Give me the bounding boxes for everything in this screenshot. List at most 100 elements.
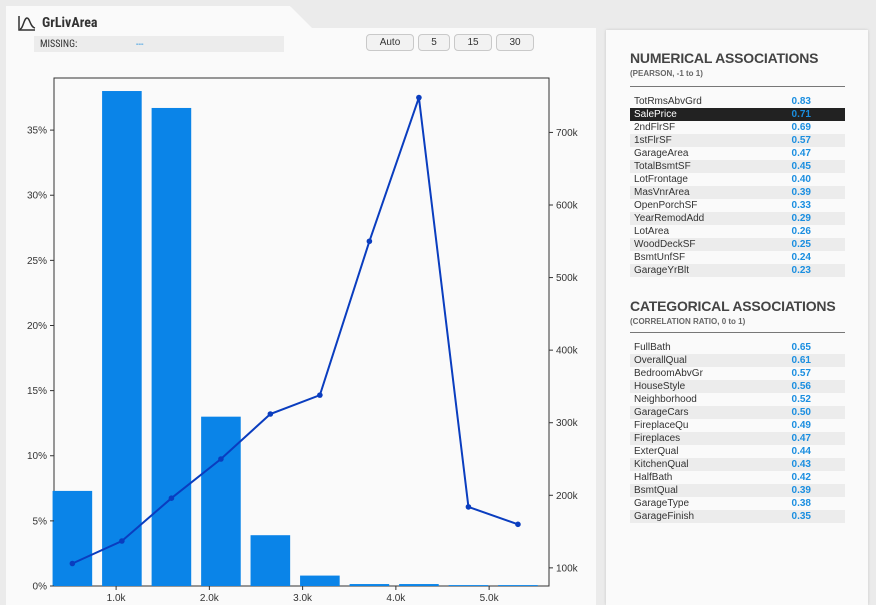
histogram-bar bbox=[399, 584, 439, 586]
categorical-association-row[interactable]: GarageCars 0.50 bbox=[630, 406, 845, 419]
numerical-association-row[interactable]: 1stFlrSF 0.57 bbox=[630, 134, 845, 147]
categorical-association-name: HouseStyle bbox=[634, 381, 686, 392]
y-right-tick-label: 500k bbox=[556, 273, 579, 284]
numerical-association-row[interactable]: BsmtUnfSF 0.24 bbox=[630, 251, 845, 264]
y-left-tick-label: 30% bbox=[27, 191, 47, 202]
categorical-association-name: OverallQual bbox=[634, 355, 687, 366]
categorical-association-value: 0.43 bbox=[791, 459, 811, 470]
numerical-association-row[interactable]: LotFrontage 0.40 bbox=[630, 173, 845, 186]
numerical-association-name: WoodDeckSF bbox=[634, 239, 696, 250]
histogram-bar bbox=[250, 535, 291, 586]
numerical-association-row[interactable]: GarageYrBlt 0.23 bbox=[630, 264, 845, 277]
numerical-association-row[interactable]: TotalBsmtSF 0.45 bbox=[630, 160, 845, 173]
categorical-association-value: 0.56 bbox=[791, 381, 811, 392]
histogram-bar bbox=[448, 585, 489, 586]
categorical-association-row[interactable]: KitchenQual 0.43 bbox=[630, 458, 845, 471]
categorical-association-row[interactable]: BedroomAbvGr 0.57 bbox=[630, 367, 845, 380]
x-tick-label: 4.0k bbox=[386, 593, 406, 604]
categorical-association-row[interactable]: GarageType 0.38 bbox=[630, 497, 845, 510]
y-left-tick-label: 25% bbox=[27, 256, 47, 267]
categorical-association-value: 0.44 bbox=[791, 446, 811, 457]
categorical-association-value: 0.39 bbox=[791, 485, 811, 496]
categorical-association-name: HalfBath bbox=[634, 472, 673, 483]
categorical-association-value: 0.38 bbox=[791, 498, 811, 509]
y-right-tick-label: 200k bbox=[556, 491, 579, 502]
categorical-association-name: KitchenQual bbox=[634, 459, 689, 470]
numerical-association-value: 0.23 bbox=[791, 265, 811, 276]
categorical-association-name: BsmtQual bbox=[634, 485, 678, 496]
categorical-association-row[interactable]: ExterQual 0.44 bbox=[630, 445, 845, 458]
numerical-association-value: 0.69 bbox=[791, 122, 811, 133]
numerical-association-row[interactable]: WoodDeckSF 0.25 bbox=[630, 238, 845, 251]
numerical-association-value: 0.25 bbox=[791, 239, 811, 250]
numerical-association-value: 0.26 bbox=[791, 226, 811, 237]
y-left-tick-label: 5% bbox=[33, 516, 48, 527]
categorical-association-name: Fireplaces bbox=[634, 433, 681, 444]
numerical-association-value: 0.57 bbox=[791, 135, 811, 146]
numerical-association-value: 0.39 bbox=[791, 187, 811, 198]
numerical-association-name: BsmtUnfSF bbox=[634, 252, 686, 263]
categorical-association-value: 0.52 bbox=[791, 394, 811, 405]
numerical-association-value: 0.24 bbox=[791, 252, 811, 263]
numerical-association-name: MasVnrArea bbox=[634, 187, 690, 198]
histogram-bar bbox=[300, 575, 340, 586]
histogram-bar bbox=[349, 584, 390, 586]
line-point bbox=[69, 560, 76, 567]
y-right-tick-label: 600k bbox=[556, 201, 579, 212]
line-point bbox=[218, 456, 224, 462]
categorical-association-value: 0.50 bbox=[791, 407, 811, 418]
line-point bbox=[119, 538, 125, 544]
numerical-association-row[interactable]: TotRmsAbvGrd 0.83 bbox=[630, 95, 845, 108]
numerical-association-row[interactable]: YearRemodAdd 0.29 bbox=[630, 212, 845, 225]
numerical-association-name: TotalBsmtSF bbox=[634, 161, 691, 172]
y-right-tick-label: 300k bbox=[556, 418, 579, 429]
line-point bbox=[515, 521, 521, 528]
categorical-association-row[interactable]: GarageFinish 0.35 bbox=[630, 510, 845, 523]
categorical-association-row[interactable]: Fireplaces 0.47 bbox=[630, 432, 845, 445]
categorical-association-row[interactable]: HalfBath 0.42 bbox=[630, 471, 845, 484]
numerical-association-row[interactable]: GarageArea 0.47 bbox=[630, 147, 845, 160]
histogram-bar bbox=[102, 91, 142, 587]
numerical-association-name: GarageArea bbox=[634, 148, 689, 159]
numerical-association-name: TotRmsAbvGrd bbox=[634, 96, 702, 107]
numerical-association-value: 0.83 bbox=[791, 96, 811, 107]
histogram-bar bbox=[52, 490, 93, 586]
x-tick-label: 3.0k bbox=[293, 593, 313, 604]
categorical-association-name: BedroomAbvGr bbox=[634, 368, 703, 379]
categorical-association-row[interactable]: BsmtQual 0.39 bbox=[630, 484, 845, 497]
numerical-list: TotRmsAbvGrd 0.83 SalePrice 0.71 2ndFlrSF 0.6… bbox=[630, 95, 845, 277]
categorical-association-row[interactable]: Neighborhood 0.52 bbox=[630, 393, 845, 406]
categorical-association-row[interactable]: FullBath 0.65 bbox=[630, 341, 845, 354]
y-left-tick-label: 20% bbox=[27, 321, 47, 332]
categorical-association-name: FireplaceQu bbox=[634, 420, 689, 431]
categorical-association-row[interactable]: HouseStyle 0.56 bbox=[630, 380, 845, 393]
y-right-tick-label: 400k bbox=[556, 346, 579, 357]
x-tick-label: 5.0k bbox=[480, 593, 500, 604]
histogram-bar bbox=[498, 585, 538, 586]
categorical-association-value: 0.49 bbox=[791, 420, 811, 431]
x-tick-label: 1.0k bbox=[107, 593, 127, 604]
numerical-association-row[interactable]: 2ndFlrSF 0.69 bbox=[630, 121, 845, 134]
categorical-association-name: FullBath bbox=[634, 342, 671, 353]
numerical-association-name: SalePrice bbox=[634, 109, 677, 120]
categorical-association-row[interactable]: FireplaceQu 0.49 bbox=[630, 419, 845, 432]
histogram-chart: 0% 5% 10% 15% 20% 25% 30% 35% 100k 200k 300k 400k 50… bbox=[27, 77, 579, 604]
numerical-title: NUMERICAL ASSOCIATIONS bbox=[630, 50, 819, 66]
numerical-association-name: YearRemodAdd bbox=[634, 213, 705, 224]
categorical-association-value: 0.57 bbox=[791, 368, 811, 379]
categorical-title: CATEGORICAL ASSOCIATIONS bbox=[630, 298, 836, 314]
categorical-divider bbox=[630, 332, 845, 333]
histogram-bar bbox=[151, 107, 192, 586]
categorical-list: FullBath 0.65 OverallQual 0.61 BedroomAbvGr 0… bbox=[630, 341, 845, 523]
categorical-association-row[interactable]: OverallQual 0.61 bbox=[630, 354, 845, 367]
line-point bbox=[267, 411, 274, 417]
numerical-association-row[interactable]: OpenPorchSF 0.33 bbox=[630, 199, 845, 212]
numerical-association-row[interactable]: LotArea 0.26 bbox=[630, 225, 845, 238]
numerical-association-row[interactable]: SalePrice 0.71 bbox=[630, 108, 845, 121]
line-point bbox=[465, 504, 472, 510]
numerical-association-row[interactable]: MasVnrArea 0.39 bbox=[630, 186, 845, 199]
x-tick-label: 2.0k bbox=[200, 593, 220, 604]
y-left-tick-label: 10% bbox=[27, 451, 47, 462]
categorical-association-value: 0.61 bbox=[791, 355, 811, 366]
y-right-tick-label: 100k bbox=[556, 563, 579, 574]
